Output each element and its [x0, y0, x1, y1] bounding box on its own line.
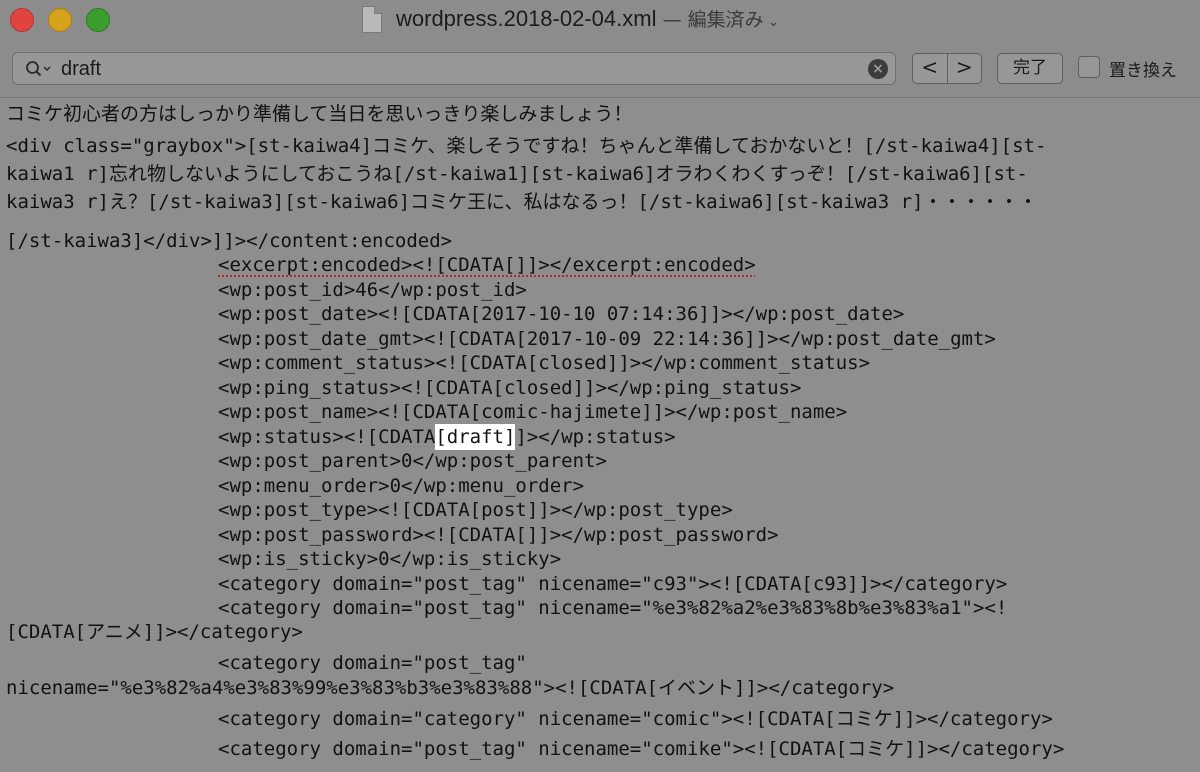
text-line: <category domain="category" nicename="co… [218, 708, 1053, 730]
text-line: <wp:is_sticky>0</wp:is_sticky> [218, 548, 562, 570]
search-input[interactable] [61, 57, 841, 81]
text-line: <wp:post_type><![CDATA[post]]></wp:post_… [218, 499, 733, 521]
replace-checkbox[interactable] [1078, 56, 1100, 78]
text-line: <wp:menu_order>0</wp:menu_order> [218, 475, 585, 497]
window-filename: wordpress.2018-02-04.xml [396, 6, 657, 31]
editor-window: wordpress.2018-02-04.xml — 編集済み⌄ × < > 完… [0, 0, 1200, 772]
clear-search-icon[interactable]: × [868, 59, 888, 79]
chevron-down-icon[interactable]: ⌄ [768, 14, 780, 30]
close-window-button[interactable] [10, 8, 34, 32]
text-line: <category domain="post_tag" [218, 652, 527, 674]
replace-label[interactable]: 置き換え [1109, 56, 1177, 81]
status-line-before: <wp:status><![CDATA [218, 426, 436, 448]
text-line: <wp:post_parent>0</wp:post_parent> [218, 450, 607, 472]
find-navigation: < > [912, 53, 982, 84]
previous-match-button[interactable]: < [913, 54, 948, 83]
find-bar: × < > 完了 置き換え [0, 40, 1200, 98]
text-line: <category domain="post_tag" nicename="%e… [218, 597, 1008, 619]
text-line: <wp:post_date_gmt><![CDATA[2017-10-09 22… [218, 328, 996, 350]
document-icon[interactable] [362, 6, 382, 33]
text-line: <category domain="post_tag" nicename="co… [218, 738, 1065, 760]
text-line: コミケ初心者の方はしっかり準備して当日を思いっきり楽しみましょう！ [6, 103, 633, 125]
text-line: [/st-kaiwa3]</div>]]></content:encoded> [6, 230, 453, 252]
search-match-highlight: [draft] [435, 424, 516, 450]
title-bar[interactable]: wordpress.2018-02-04.xml — 編集済み ⌄ [0, 0, 1200, 40]
text-line: <div class="graybox">[st-kaiwa4]コミケ、楽しそう… [6, 135, 1047, 157]
text-line: [CDATA[アニメ]]></category> [6, 621, 303, 643]
done-button[interactable]: 完了 [997, 53, 1063, 84]
minimize-window-button[interactable] [48, 8, 72, 32]
text-editor[interactable]: コミケ初心者の方はしっかり準備して当日を思いっきり楽しみましょう！ <div c… [0, 98, 1200, 772]
zoom-window-button[interactable] [86, 8, 110, 32]
text-line: kaiwa1 r]忘れ物しないようにしておこうね[/st-kaiwa1][st-… [6, 163, 1028, 185]
text-line: <category domain="post_tag" nicename="c9… [218, 573, 1008, 595]
text-line: kaiwa3 r]え？[/st-kaiwa3][st-kaiwa6]コミケ王に、… [6, 191, 1038, 213]
search-field[interactable]: × [12, 52, 896, 85]
next-match-button[interactable]: > [948, 54, 982, 83]
window-title[interactable]: wordpress.2018-02-04.xml — 編集済み ⌄ [396, 5, 779, 32]
status-line: <wp:status><![CDATA[draft]]></wp:status> [218, 424, 676, 450]
text-line: <wp:post_date><![CDATA[2017-10-10 07:14:… [218, 303, 905, 325]
search-icon[interactable] [25, 60, 53, 78]
text-line: nicename="%e3%82%a4%e3%83%99%e3%83%b3%e3… [6, 677, 895, 699]
text-line: <wp:ping_status><![CDATA[closed]]></wp:p… [218, 377, 802, 399]
text-line: <wp:post_id>46</wp:post_id> [218, 279, 527, 301]
status-line-after: ]></wp:status> [515, 426, 676, 448]
text-line: <wp:post_name><![CDATA[comic-hajimete]]>… [218, 401, 848, 423]
edited-status: — 編集済み [662, 9, 764, 31]
text-line: <wp:post_password><![CDATA[]]></wp:post_… [218, 524, 779, 546]
text-line: <wp:comment_status><![CDATA[closed]]></w… [218, 352, 871, 374]
text-line: <excerpt:encoded><![CDATA[]]></excerpt:e… [218, 254, 756, 276]
